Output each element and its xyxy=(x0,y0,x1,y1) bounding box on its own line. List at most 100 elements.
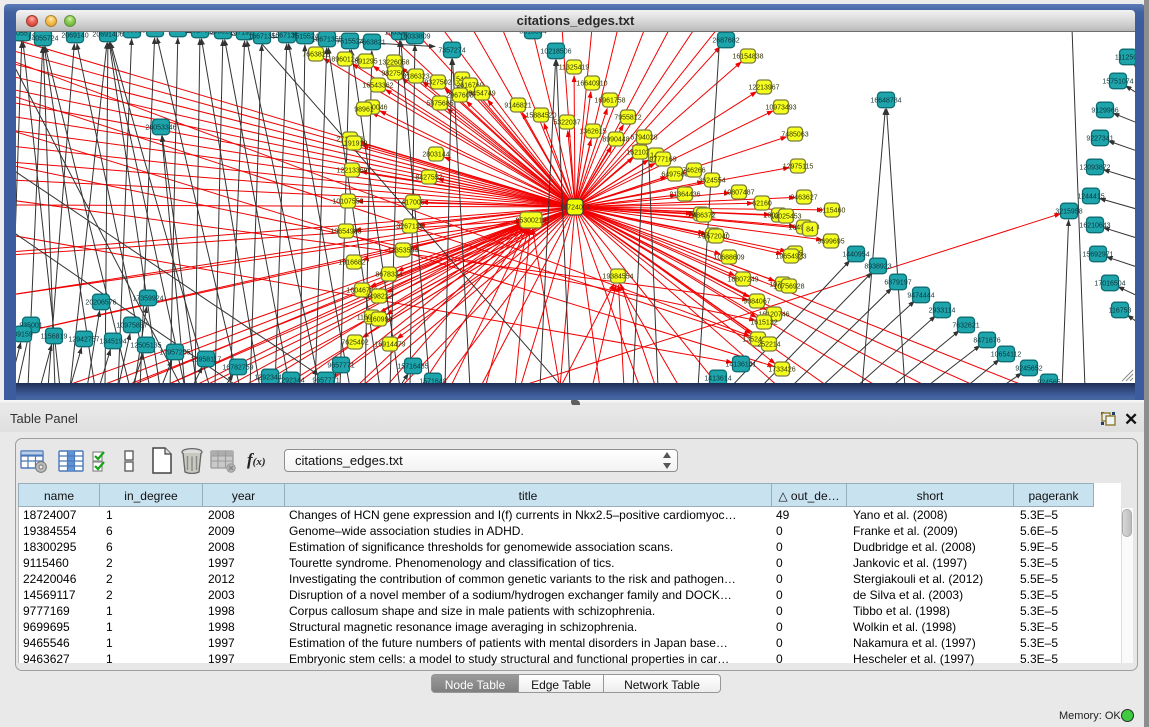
svg-text:12093872: 12093872 xyxy=(1079,164,1110,171)
svg-text:6794028: 6794028 xyxy=(630,134,657,141)
svg-text:26053346: 26053346 xyxy=(145,124,176,131)
svg-text:5875685: 5875685 xyxy=(426,100,453,107)
svg-text:19166827: 19166827 xyxy=(338,259,369,266)
svg-text:1440954: 1440954 xyxy=(842,251,869,258)
svg-text:18807249: 18807249 xyxy=(727,276,758,283)
svg-text:12505135: 12505135 xyxy=(130,342,161,349)
svg-text:84: 84 xyxy=(806,226,814,233)
svg-text:8813054: 8813054 xyxy=(519,32,546,35)
svg-text:17016504: 17016504 xyxy=(1094,280,1125,287)
svg-text:10025453: 10025453 xyxy=(770,213,801,220)
svg-text:16648784: 16648784 xyxy=(870,97,901,104)
svg-text:9474444: 9474444 xyxy=(907,292,934,299)
svg-text:1191919: 1191919 xyxy=(341,140,368,147)
svg-text:924565: 924565 xyxy=(1037,379,1060,383)
svg-text:7955812: 7955812 xyxy=(614,114,641,121)
svg-text:10973493: 10973493 xyxy=(765,104,796,111)
svg-text:3498222: 3498222 xyxy=(365,293,392,300)
svg-text:417006: 417006 xyxy=(401,199,424,206)
svg-text:7632621: 7632621 xyxy=(952,322,979,329)
svg-text:9657771: 9657771 xyxy=(327,362,354,369)
svg-text:9699695: 9699695 xyxy=(817,238,844,245)
svg-text:12975115: 12975115 xyxy=(783,163,814,170)
svg-text:16033809: 16033809 xyxy=(399,33,430,40)
svg-text:7485063: 7485063 xyxy=(781,131,808,138)
svg-text:14136141: 14136141 xyxy=(725,361,756,368)
svg-text:1572040: 1572040 xyxy=(702,233,729,240)
svg-text:1292344: 1292344 xyxy=(277,377,304,383)
svg-text:18724007: 18724007 xyxy=(559,204,590,211)
svg-text:15692971: 15692971 xyxy=(1082,251,1113,258)
svg-text:1345194: 1345194 xyxy=(99,338,126,345)
svg-text:10958117: 10958117 xyxy=(191,356,222,363)
svg-text:6879197: 6879197 xyxy=(884,279,911,286)
svg-text:3215958: 3215958 xyxy=(1055,208,1082,215)
svg-text:1156819: 1156819 xyxy=(41,333,68,340)
svg-text:11353594: 11353594 xyxy=(388,247,419,254)
svg-text:10807487: 10807487 xyxy=(723,189,754,196)
svg-text:1244415: 1244415 xyxy=(1077,193,1104,200)
svg-text:19384554: 19384554 xyxy=(602,273,633,280)
svg-text:9115460: 9115460 xyxy=(819,207,846,214)
svg-text:1160994: 1160994 xyxy=(366,316,393,323)
svg-text:16543362: 16543362 xyxy=(362,82,393,89)
svg-text:39159: 39159 xyxy=(16,331,33,338)
svg-text:746266: 746266 xyxy=(682,167,705,174)
svg-text:9777169: 9777169 xyxy=(649,156,676,163)
svg-text:15751074: 15751074 xyxy=(1102,78,1133,85)
svg-text:5322037: 5322037 xyxy=(553,119,580,126)
svg-text:2803144: 2803144 xyxy=(422,151,449,158)
svg-text:10688609: 10688609 xyxy=(713,254,744,261)
svg-text:3624554: 3624554 xyxy=(698,177,725,184)
svg-text:8471676: 8471676 xyxy=(973,337,1000,344)
svg-text:17957255: 17957255 xyxy=(159,349,190,356)
svg-text:25300213: 25300213 xyxy=(515,217,546,224)
svg-text:9327502: 9327502 xyxy=(424,79,451,86)
svg-text:7663822: 7663822 xyxy=(302,51,329,58)
svg-text:19654923: 19654923 xyxy=(775,253,806,260)
svg-text:1413614: 1413614 xyxy=(704,375,731,382)
svg-text:9129966: 9129966 xyxy=(1091,107,1118,114)
svg-text:1733426: 1733426 xyxy=(768,366,795,373)
svg-text:9657771: 9657771 xyxy=(312,377,339,383)
svg-text:98961: 98961 xyxy=(354,106,374,113)
svg-text:14055724: 14055724 xyxy=(27,35,58,42)
svg-text:8990448: 8990448 xyxy=(602,136,629,143)
svg-text:1571648: 1571648 xyxy=(419,378,446,383)
svg-text:15716485: 15716485 xyxy=(397,363,428,370)
svg-text:1112505: 1112505 xyxy=(1115,54,1135,61)
svg-text:2069140: 2069140 xyxy=(61,32,88,39)
svg-text:9245652: 9245652 xyxy=(1015,365,1042,372)
svg-text:3267130: 3267130 xyxy=(396,223,423,230)
svg-text:891295: 891295 xyxy=(354,58,377,65)
svg-text:12213967: 12213967 xyxy=(748,84,779,91)
svg-text:62160: 62160 xyxy=(752,200,772,207)
svg-text:7357274: 7357274 xyxy=(438,47,465,54)
svg-text:16210643: 16210643 xyxy=(1079,222,1110,229)
svg-text:8938923: 8938923 xyxy=(864,263,891,270)
svg-text:10654112: 10654112 xyxy=(991,351,1022,358)
svg-text:12942757: 12942757 xyxy=(68,336,99,343)
svg-text:486372: 486372 xyxy=(692,212,715,219)
svg-text:9227341: 9227341 xyxy=(1086,135,1113,142)
svg-text:10975887: 10975887 xyxy=(116,322,147,329)
svg-text:11325419: 11325419 xyxy=(559,64,590,71)
svg-text:1615132: 1615132 xyxy=(750,319,777,326)
svg-text:8427552: 8427552 xyxy=(415,174,442,181)
svg-text:252214: 252214 xyxy=(757,341,780,348)
svg-text:8454749: 8454749 xyxy=(468,90,495,97)
svg-text:16914479: 16914479 xyxy=(374,341,405,348)
svg-text:10756928: 10756928 xyxy=(773,283,804,290)
svg-text:16782759: 16782759 xyxy=(222,364,253,371)
svg-text:8678334: 8678334 xyxy=(375,271,402,278)
svg-text:7625402: 7625402 xyxy=(341,339,368,346)
svg-text:19654983: 19654983 xyxy=(330,228,361,235)
svg-text:2687682: 2687682 xyxy=(712,37,739,44)
svg-text:16961758: 16961758 xyxy=(594,97,625,104)
svg-text:9084067: 9084067 xyxy=(743,298,770,305)
svg-text:10218506: 10218506 xyxy=(540,48,571,55)
svg-text:21364436: 21364436 xyxy=(669,191,700,198)
svg-text:1362615: 1362615 xyxy=(579,128,606,135)
svg-text:10107553: 10107553 xyxy=(332,198,363,205)
svg-text:15884520: 15884520 xyxy=(525,112,556,119)
